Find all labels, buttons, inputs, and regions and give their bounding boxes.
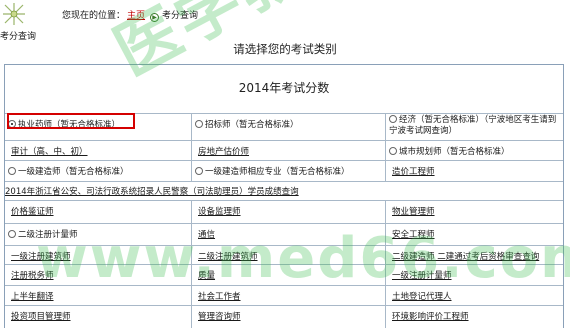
- table-row: 审计（高、中、初） 房地产估价师 城市规划师（暂无合格标准）: [5, 140, 563, 160]
- table-cell: 招标师（暂无合格标准）: [191, 114, 385, 140]
- table-cell: 审计（高、中、初）: [5, 141, 191, 160]
- selection-highlight-box: [7, 113, 135, 129]
- exam-link[interactable]: 审计（高、中、初）: [11, 147, 88, 157]
- top-bar: 您现在的位置： 主页 ▶ 考分查询: [0, 0, 570, 30]
- exam-radio[interactable]: [195, 120, 203, 128]
- exam-radio[interactable]: [389, 115, 397, 123]
- table-row: 2014年浙江省公安、司法行政系统招录人民警察（司法助理员）学员成绩查询: [5, 181, 563, 200]
- leaf-ornament-icon: [3, 3, 25, 25]
- table-cell: 设备监理师: [191, 201, 385, 223]
- exam-table: 2014年考试分数 执业药师（暂无合格标准） 招标师（暂无合格标准） 经济（暂无合格…: [4, 64, 564, 328]
- table-cell: 一级注册建筑师: [5, 246, 191, 264]
- table-cell: 注册税务师: [5, 265, 191, 285]
- exam-link[interactable]: 通信: [198, 230, 215, 240]
- table-row: 投资项目管理师 管理咨询师 环境影响评价工程师: [5, 305, 563, 328]
- table-cell: 管理咨询师: [191, 306, 385, 328]
- table-cell: 二级注册建筑师: [191, 246, 385, 264]
- table-cell: 一级建造师（暂无合格标准）: [5, 161, 191, 181]
- exam-option-label[interactable]: 招标师（暂无合格标准）: [205, 120, 299, 130]
- exam-link[interactable]: 物业管理师: [392, 207, 435, 217]
- table-cell: 二级注册计量师: [5, 224, 191, 245]
- exam-radio[interactable]: [195, 167, 203, 175]
- exam-link[interactable]: 2014年浙江省公安、司法行政系统招录人民警察（司法助理员）学员成绩查询: [5, 187, 299, 197]
- exam-link[interactable]: 二级注册建筑师: [198, 252, 258, 262]
- table-cell: 土地登记代理人: [385, 286, 563, 305]
- breadcrumb: 您现在的位置： 主页 ▶ 考分查询: [62, 8, 198, 22]
- exam-radio[interactable]: [8, 167, 16, 175]
- page-heading: 请选择您的考试类别: [233, 42, 337, 56]
- exam-option-label[interactable]: 经济（暂无合格标准）（宁波地区考生请到宁波考试网查询）: [389, 115, 556, 136]
- exam-link[interactable]: 安全工程师: [392, 230, 435, 240]
- table-row: 价格鉴证师 设备监理师 物业管理师: [5, 200, 563, 223]
- exam-option-label[interactable]: 二级注册计量师: [18, 230, 78, 240]
- exam-link[interactable]: 设备监理师: [198, 207, 241, 217]
- table-row: 注册税务师 质量 一级注册计量师: [5, 264, 563, 285]
- year-title: 2014年考试分数: [238, 81, 330, 95]
- table-cell: 环境影响评价工程师: [385, 306, 563, 328]
- table-cell: 上半年翻译: [5, 286, 191, 305]
- table-row: 一级建造师（暂无合格标准） 一级建造师相应专业（暂无合格标准） 造价工程师: [5, 160, 563, 181]
- table-cell: 一级注册计量师: [385, 265, 563, 285]
- exam-link[interactable]: 投资项目管理师: [11, 312, 71, 322]
- table-cell: 经济（暂无合格标准）（宁波地区考生请到宁波考试网查询）: [385, 114, 563, 140]
- exam-link[interactable]: 土地登记代理人: [392, 292, 452, 302]
- table-cell: 二级建造师 二建通过考后资格审查查询: [385, 246, 563, 264]
- exam-radio[interactable]: [389, 147, 397, 155]
- exam-link[interactable]: 一级注册建筑师: [11, 252, 71, 262]
- breadcrumb-prefix: 您现在的位置：: [62, 11, 126, 21]
- exam-link[interactable]: 管理咨询师: [198, 312, 241, 322]
- exam-link[interactable]: 注册税务师: [11, 271, 54, 281]
- table-row: 一级注册建筑师 二级注册建筑师 二级建造师 二建通过考后资格审查查询: [5, 245, 563, 264]
- table-cell: 城市规划师（暂无合格标准）: [385, 141, 563, 160]
- table-cell: 造价工程师: [385, 161, 563, 181]
- table-cell: 一级建造师相应专业（暂无合格标准）: [191, 161, 385, 181]
- exam-option-label[interactable]: 城市规划师（暂无合格标准）: [399, 147, 510, 157]
- breadcrumb-current: 考分查询: [162, 11, 199, 21]
- exam-link[interactable]: 社会工作者: [198, 292, 241, 302]
- exam-link[interactable]: 二级建造师 二建通过考后资格审查查询: [392, 252, 539, 262]
- table-cell: 社会工作者: [191, 286, 385, 305]
- exam-link[interactable]: 造价工程师: [392, 167, 435, 177]
- exam-link[interactable]: 价格鉴证师: [11, 207, 54, 217]
- exam-link[interactable]: 上半年翻译: [11, 292, 54, 302]
- table-cell: 通信: [191, 224, 385, 245]
- exam-option-label[interactable]: 一级建造师（暂无合格标准）: [18, 167, 129, 177]
- breadcrumb-home-link[interactable]: 主页: [127, 11, 145, 21]
- exam-link[interactable]: 一级注册计量师: [392, 271, 452, 281]
- table-cell: 投资项目管理师: [5, 306, 191, 328]
- table-cell: 房地产估价师: [191, 141, 385, 160]
- table-cell: 价格鉴证师: [5, 201, 191, 223]
- exam-link[interactable]: 房地产估价师: [198, 147, 249, 157]
- table-cell: 安全工程师: [385, 224, 563, 245]
- exam-link[interactable]: 环境影响评价工程师: [392, 312, 469, 322]
- table-cell: 物业管理师: [385, 201, 563, 223]
- exam-link[interactable]: 质量: [198, 271, 215, 281]
- table-row: 上半年翻译 社会工作者 土地登记代理人: [5, 285, 563, 305]
- exam-radio[interactable]: [8, 230, 16, 238]
- table-row: 二级注册计量师 通信 安全工程师: [5, 223, 563, 245]
- exam-option-label[interactable]: 一级建造师相应专业（暂无合格标准）: [205, 167, 350, 177]
- table-cell: 质量: [191, 265, 385, 285]
- breadcrumb-arrow-icon: ▶: [150, 13, 160, 22]
